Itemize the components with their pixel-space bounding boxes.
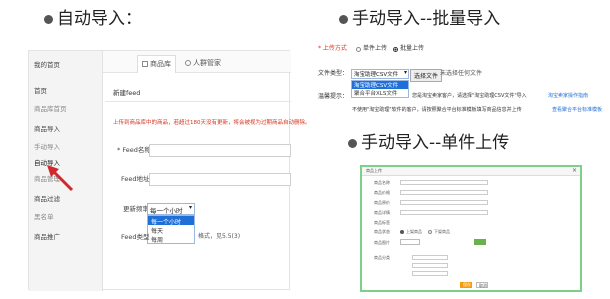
field-label: 商品详情 bbox=[374, 210, 390, 215]
close-icon[interactable]: × bbox=[572, 167, 577, 174]
single-upload-panel: 商品上传 × 商品名称 商品价格 商品原价 商品详情 商品标签 商品状态 上架商… bbox=[360, 165, 582, 292]
sidebar-item[interactable]: 首页 bbox=[34, 85, 47, 95]
dropdown-option[interactable]: 淘宝助理CSV文件 bbox=[352, 81, 408, 89]
top-tab-bar: 商品库 人群管家 bbox=[103, 51, 291, 73]
tip-line-1: 您是淘宝卖家客户，请选择"淘宝助理CSV文件"导入 bbox=[412, 93, 527, 99]
dropdown-option[interactable]: 每一个小时 bbox=[148, 216, 194, 226]
auto-import-panel: 我的首页 首页 商品库首页 商品导入 手动导入 自动导入 商品管理 商品过滤 黑… bbox=[28, 50, 311, 291]
radio-on-shelf[interactable] bbox=[400, 230, 404, 234]
tip-link-2[interactable]: 查看聚合平台标准模板 bbox=[552, 107, 602, 114]
radio-batch[interactable] bbox=[393, 47, 398, 52]
sidebar-item[interactable]: 商品过滤 bbox=[34, 193, 60, 203]
save-button[interactable]: 保存 bbox=[460, 282, 472, 288]
feed-url-label: Feed地址 bbox=[121, 175, 150, 183]
tab-new-feed[interactable]: 新建feed bbox=[113, 89, 140, 97]
sidebar-item[interactable]: 商品导入 bbox=[34, 123, 60, 133]
grid-icon bbox=[142, 61, 148, 67]
category-select[interactable] bbox=[412, 271, 448, 276]
product-price-input[interactable] bbox=[400, 190, 488, 195]
category-select[interactable] bbox=[412, 255, 448, 260]
field-label: 商品分类 bbox=[374, 255, 390, 260]
bullet-icon bbox=[339, 15, 348, 24]
radio-label: 上架商品 bbox=[406, 229, 422, 234]
heading-manual-batch: 手动导入--批量导入 bbox=[352, 9, 501, 29]
field-label: 商品原价 bbox=[374, 200, 390, 205]
dropdown-option[interactable]: 每周 bbox=[148, 234, 194, 244]
file-type-label: 文件类型： bbox=[318, 70, 349, 77]
sidebar-item[interactable]: 手动导入 bbox=[34, 141, 60, 151]
upload-mode-label: * 上传方式 bbox=[318, 45, 347, 52]
chevron-down-icon: ▾ bbox=[188, 204, 192, 211]
sidebar-item[interactable]: 黑名单 bbox=[34, 211, 54, 221]
tip-link-1[interactable]: 淘宝卖家操作指南 bbox=[548, 93, 588, 100]
bullet-icon bbox=[44, 15, 53, 24]
cancel-label: 取消 bbox=[479, 283, 487, 288]
no-file-text: 未选择任何文件 bbox=[440, 70, 483, 77]
file-type-dropdown: 淘宝助理CSV文件 聚合平台XLS文件 bbox=[351, 80, 409, 98]
feed-name-label: * Feed名称 bbox=[117, 146, 151, 154]
product-original-price-input[interactable] bbox=[400, 200, 488, 205]
update-freq-dropdown: 每一个小时 每天 每周 bbox=[147, 215, 195, 244]
file-type-select[interactable]: 淘宝助理CSV文件 ▾ bbox=[351, 69, 409, 79]
arrow-icon bbox=[47, 165, 74, 192]
field-label: 商品价格 bbox=[374, 190, 390, 195]
feed-name-input[interactable] bbox=[149, 144, 291, 157]
tab-product-library[interactable]: 商品库 bbox=[137, 55, 176, 73]
confirm-image-button[interactable] bbox=[474, 239, 486, 245]
sidebar-item[interactable]: 商品推广 bbox=[34, 231, 60, 241]
update-freq-select[interactable]: 每一个小时 ▾ bbox=[147, 203, 195, 215]
save-label: 保存 bbox=[463, 282, 471, 287]
radio-label: 下架商品 bbox=[434, 229, 450, 234]
feed-format-hint: 格式，见5.5(3) bbox=[198, 233, 241, 240]
tab-label: 商品库 bbox=[150, 60, 171, 68]
radio-single-label: 单件上传 bbox=[363, 45, 388, 52]
dropdown-option[interactable]: 每天 bbox=[148, 225, 194, 235]
chevron-down-icon: ▾ bbox=[403, 69, 407, 76]
tab-label: 人群管家 bbox=[193, 59, 221, 67]
field-label: 商品名称 bbox=[374, 180, 390, 185]
heading-auto-import: 自动导入： bbox=[57, 9, 142, 29]
field-label: 商品状态 bbox=[374, 229, 390, 234]
tip-label: 温馨提示： bbox=[318, 93, 349, 100]
tip-line-2: 不使用"淘宝助理"软件的客户，请按照聚合平台标准模板填写商品信息并上传 bbox=[352, 107, 522, 113]
divider bbox=[105, 101, 291, 102]
select-value: 每一个小时 bbox=[150, 207, 183, 215]
cancel-button[interactable]: 取消 bbox=[476, 282, 488, 288]
radio-batch-label: 批量上传 bbox=[400, 45, 425, 52]
radio-single[interactable] bbox=[356, 47, 361, 52]
screenshot-root: 自动导入： 手动导入--批量导入 手动导入--单件上传 我的首页 首页 商品库首… bbox=[0, 0, 610, 299]
bullet-icon bbox=[348, 139, 357, 148]
sidebar-item[interactable]: 商品库首页 bbox=[34, 103, 67, 113]
category-select[interactable] bbox=[412, 263, 448, 268]
dialog-header: 商品上传 × bbox=[362, 167, 580, 176]
field-label: 商品图片 bbox=[374, 240, 390, 245]
update-freq-label: 更新频率 bbox=[123, 205, 149, 213]
radio-off-shelf[interactable] bbox=[428, 230, 432, 234]
feed-format-label: Feed类型 bbox=[121, 233, 150, 241]
choose-file-button[interactable]: 选择文件 bbox=[410, 69, 443, 82]
select-value: 淘宝助理CSV文件 bbox=[354, 72, 399, 78]
heading-manual-single: 手动导入--单件上传 bbox=[361, 133, 510, 153]
product-name-input[interactable] bbox=[400, 180, 488, 185]
user-icon bbox=[185, 60, 191, 66]
dialog-title: 商品上传 bbox=[366, 168, 382, 173]
tab-audience[interactable]: 人群管家 bbox=[185, 58, 221, 68]
dropdown-option[interactable]: 聚合平台XLS文件 bbox=[352, 89, 408, 97]
notice-text: 上传到商品库中的商品，若超过180天没有更新，将会被视为过期商品自动删除。 bbox=[113, 120, 311, 126]
upload-image-button[interactable] bbox=[400, 239, 420, 245]
field-label: 商品标签 bbox=[374, 220, 390, 225]
feed-url-input[interactable] bbox=[149, 173, 291, 186]
sidebar-item[interactable]: 我的首页 bbox=[34, 59, 60, 69]
product-detail-input[interactable] bbox=[400, 210, 488, 215]
